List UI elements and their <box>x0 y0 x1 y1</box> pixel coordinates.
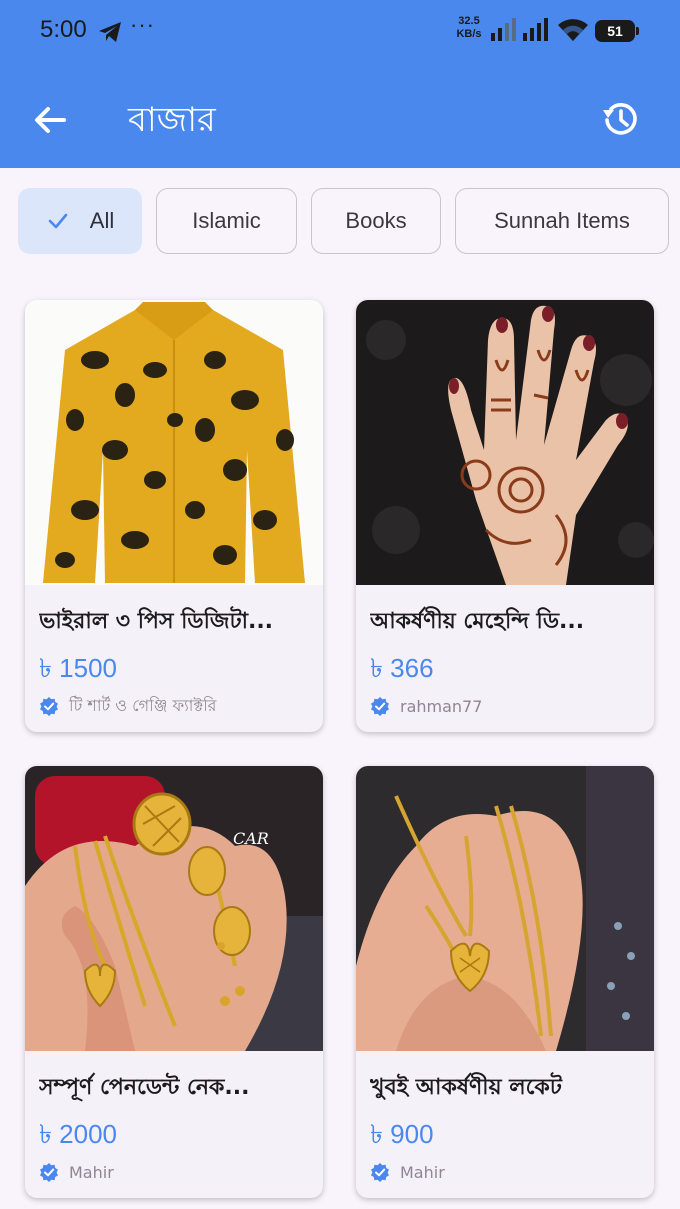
app-bar: 5:00 ··· 32.5 KB/s 51 বাজার <box>0 0 680 168</box>
filter-chip-sunnah-items[interactable]: Sunnah Items <box>455 188 669 254</box>
filter-chip-all[interactable]: All <box>18 188 142 254</box>
seller-name: টি শার্ট ও গেঞ্জি ফ্যাক্টরি <box>69 695 217 715</box>
status-more-icon: ··· <box>130 12 155 37</box>
seller-name: rahman77 <box>400 696 483 716</box>
seller-name: Mahir <box>69 1162 114 1182</box>
product-price: ৳ 2000 <box>39 1119 118 1149</box>
product-image-locket <box>356 766 654 1051</box>
telegram-icon <box>99 22 121 42</box>
filter-chip-label: Sunnah Items <box>494 208 630 233</box>
product-image-mehendi <box>356 300 654 585</box>
product-card[interactable]: ভাইরাল ৩ পিস ডিজিটা... ৳ 1500 টি শার্ট ও… <box>25 300 323 732</box>
back-button[interactable] <box>30 100 70 140</box>
filter-chip-label: All <box>89 208 115 233</box>
watermark-text: CAR <box>233 829 269 848</box>
verified-badge-icon <box>371 1163 389 1182</box>
seller-row: Mahir <box>370 1160 445 1184</box>
product-title: খুবই আকর্ষণীয় লকেট <box>370 1075 562 1100</box>
product-title: সম্পূর্ণ পেনডেন্ট নেক... <box>39 1075 250 1100</box>
verified-badge-icon <box>40 1163 58 1182</box>
product-image-pendant-set: CAR <box>25 766 323 1051</box>
product-price: ৳ 366 <box>370 653 434 683</box>
filter-chip-label: Books <box>345 208 407 233</box>
verified-badge-icon <box>371 697 389 716</box>
product-card[interactable]: খুবই আকর্ষণীয় লকেট ৳ 900 Mahir <box>356 766 654 1198</box>
check-icon <box>48 213 68 229</box>
product-title: ভাইরাল ৩ পিস ডিজিটা... <box>39 609 274 634</box>
product-card[interactable]: CAR সম্পূর্ণ পেনডেন্ট নেক... ৳ 2000 Mahi… <box>25 766 323 1198</box>
page-title: বাজার <box>128 100 216 140</box>
product-price: ৳ 1500 <box>39 653 118 683</box>
filter-chip-books[interactable]: Books <box>311 188 441 254</box>
product-image-shirt <box>25 300 323 585</box>
status-time: 5:00 <box>40 16 87 43</box>
wifi-icon <box>558 19 588 41</box>
seller-row: টি শার্ট ও গেঞ্জি ফ্যাক্টরি <box>39 694 216 718</box>
filter-chip-label: Islamic <box>192 208 261 233</box>
status-bar: 5:00 ··· 32.5 KB/s 51 <box>0 0 680 64</box>
signal-icon <box>491 18 516 41</box>
product-price: ৳ 900 <box>370 1119 434 1149</box>
network-speed-unit: KB/s <box>456 28 482 40</box>
seller-name: Mahir <box>400 1162 445 1182</box>
battery-icon: 51 <box>595 20 639 42</box>
network-speed-value: 32.5 <box>458 15 480 27</box>
history-icon[interactable] <box>598 97 642 141</box>
verified-badge-icon <box>40 697 58 716</box>
signal-icon <box>523 18 548 41</box>
product-card[interactable]: আকর্ষণীয় মেহেন্দি ডি... ৳ 366 rahman77 <box>356 300 654 732</box>
seller-row: Mahir <box>39 1160 114 1184</box>
seller-row: rahman77 <box>370 694 482 718</box>
filter-chip-islamic[interactable]: Islamic <box>156 188 297 254</box>
network-speed: 32.5 KB/s <box>452 15 486 41</box>
product-title: আকর্ষণীয় মেহেন্দি ডি... <box>370 609 585 634</box>
